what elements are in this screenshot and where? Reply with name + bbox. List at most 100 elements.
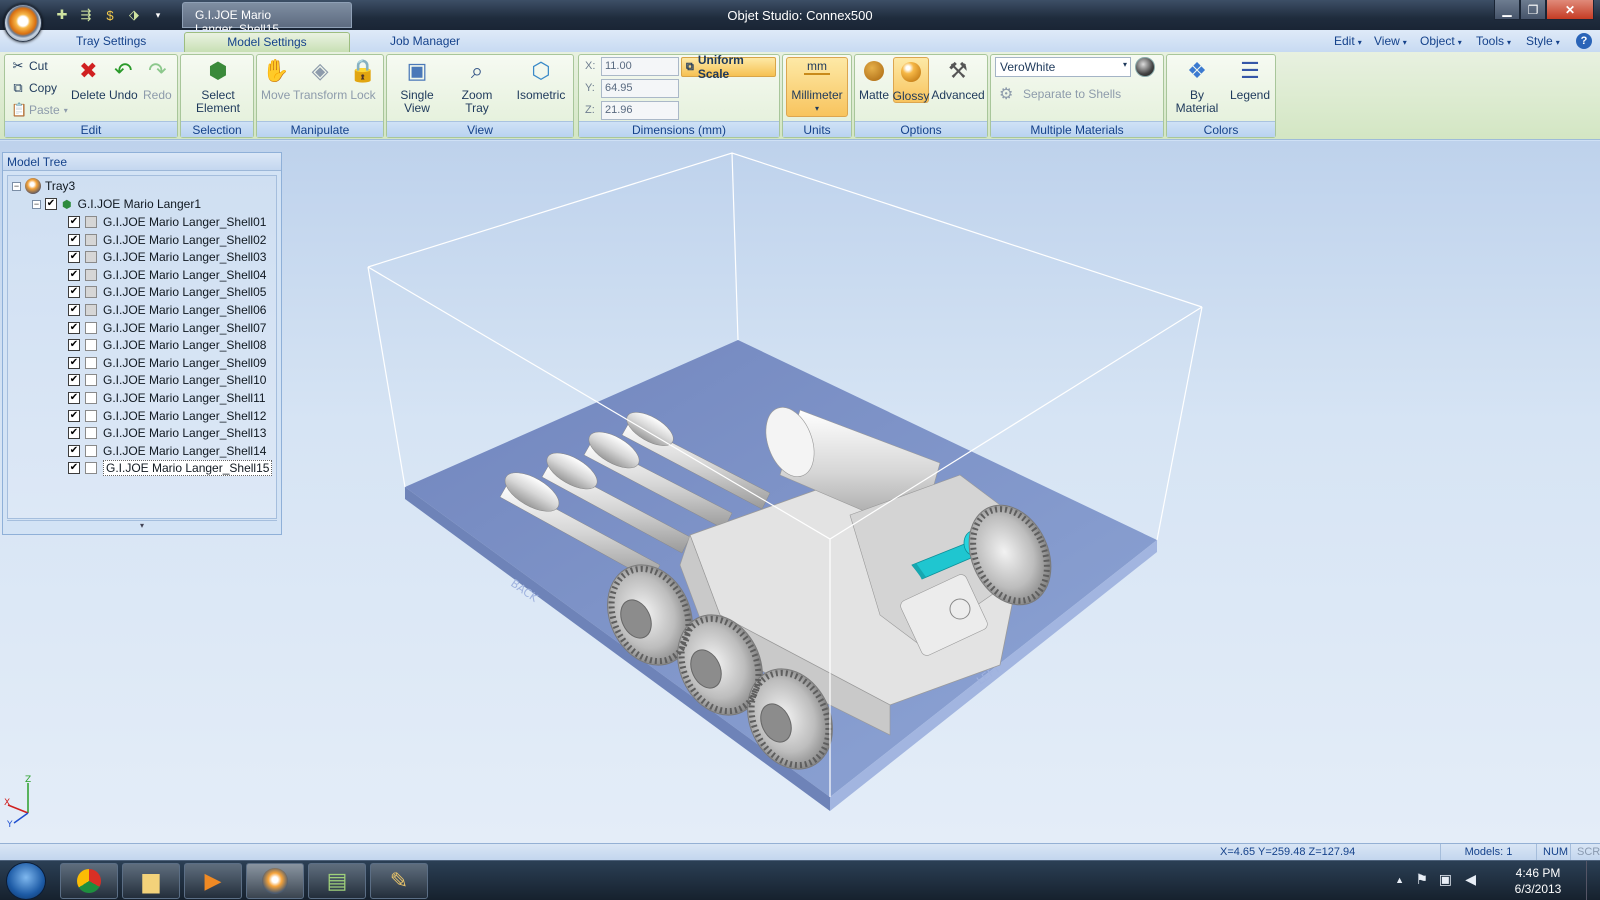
tree-node-shell[interactable]: ✔ G.I.JOE Mario Langer_Shell05: [68, 283, 266, 301]
advanced-button[interactable]: ⚒ Advanced: [931, 57, 985, 102]
menu-object[interactable]: Object ▾: [1420, 32, 1462, 52]
tree-node-shell[interactable]: ✔ G.I.JOE Mario Langer_Shell13: [68, 424, 266, 442]
cost-icon[interactable]: $: [100, 6, 120, 24]
shell-checkbox[interactable]: ✔: [68, 462, 80, 475]
model-checkbox[interactable]: ✔: [45, 198, 57, 210]
shell-checkbox[interactable]: ✔: [68, 444, 80, 457]
collapse-icon[interactable]: −: [32, 199, 41, 209]
copy-button[interactable]: ⧉ Copy: [11, 79, 57, 97]
shell-checkbox[interactable]: ✔: [68, 374, 80, 387]
transform-button[interactable]: ◈ Transform: [293, 57, 347, 102]
tree-node-shell[interactable]: ✔ G.I.JOE Mario Langer_Shell06: [68, 301, 266, 319]
shell-checkbox[interactable]: ✔: [68, 286, 80, 299]
tree-node-shell[interactable]: ✔ G.I.JOE Mario Langer_Shell15: [68, 459, 273, 477]
tree-node-shell[interactable]: ✔ G.I.JOE Mario Langer_Shell09: [68, 354, 266, 372]
paste-button[interactable]: 📋 Paste ▾: [11, 101, 68, 119]
flag-icon[interactable]: ⚑: [1415, 871, 1428, 888]
legend-button[interactable]: ☰ Legend: [1227, 57, 1273, 102]
by-material-button[interactable]: ❖ By Material: [1173, 57, 1221, 115]
tree-node-tray[interactable]: − Tray3: [12, 177, 75, 195]
volume-icon[interactable]: ◀: [1465, 871, 1476, 888]
collapse-icon[interactable]: −: [12, 181, 21, 191]
paint-icon[interactable]: ✎: [370, 863, 428, 899]
millimeter-button[interactable]: mm Millimeter ▾: [786, 57, 848, 117]
clock[interactable]: 4:46 PM 6/3/2013: [1508, 865, 1568, 897]
application-orb-button[interactable]: [4, 4, 42, 42]
isometric-button[interactable]: ⬡ Isometric: [513, 57, 569, 102]
3d-viewport[interactable]: BACK LEFT: [360, 145, 1240, 835]
shell-checkbox[interactable]: ✔: [68, 409, 80, 422]
dim-x-field[interactable]: 11.00: [601, 57, 679, 76]
model-label: G.I.JOE Mario Langer1: [77, 197, 201, 211]
auto-place-icon[interactable]: ⇶: [76, 6, 96, 24]
matte-button[interactable]: Matte: [857, 57, 891, 102]
menu-style[interactable]: Style ▾: [1526, 32, 1560, 52]
glossy-button[interactable]: Glossy: [893, 57, 929, 103]
media-player-icon[interactable]: ▶: [184, 863, 242, 899]
system-tray: ▲ ⚑ ▣ ◀ 4:46 PM 6/3/2013: [1380, 861, 1600, 900]
add-model-icon[interactable]: ✚: [52, 6, 72, 24]
document-tab[interactable]: G.I.JOE Mario Langer_Shell15: [182, 2, 352, 36]
tree-node-shell[interactable]: ✔ G.I.JOE Mario Langer_Shell07: [68, 319, 266, 337]
tab-job-manager[interactable]: Job Manager: [372, 32, 478, 52]
shell-checkbox[interactable]: ✔: [68, 268, 80, 281]
single-view-button[interactable]: ▣ Single View: [397, 57, 437, 115]
separate-to-shells-button[interactable]: ⚙ Separate to Shells: [999, 85, 1121, 103]
tree-node-shell[interactable]: ✔ G.I.JOE Mario Langer_Shell14: [68, 442, 266, 460]
tree-node-shell[interactable]: ✔ G.I.JOE Mario Langer_Shell10: [68, 371, 266, 389]
shell-checkbox[interactable]: ✔: [68, 427, 80, 440]
shell-checkbox[interactable]: ✔: [68, 392, 80, 404]
group-colors: ❖ By Material ☰ Legend Colors: [1166, 54, 1276, 138]
menu-tools[interactable]: Tools ▾: [1476, 32, 1511, 52]
tree-node-shell[interactable]: ✔ G.I.JOE Mario Langer_Shell03: [68, 248, 266, 266]
show-hidden-icons-icon[interactable]: ▲: [1395, 875, 1404, 885]
shell-checkbox[interactable]: ✔: [68, 339, 80, 352]
qat-dropdown-icon[interactable]: ▾: [148, 6, 168, 24]
move-button[interactable]: ✋ Move: [261, 57, 290, 102]
shell-checkbox[interactable]: ✔: [68, 216, 80, 228]
panel-expand-icon[interactable]: ▾: [7, 520, 277, 532]
group-selection: ⬢ Select Element Selection: [180, 54, 254, 138]
cut-button[interactable]: ✂ Cut: [11, 57, 48, 75]
chrome-icon[interactable]: [60, 863, 118, 899]
maximize-button[interactable]: ❐: [1520, 0, 1546, 20]
help-icon[interactable]: ?: [1576, 33, 1592, 49]
material-sphere-icon[interactable]: [1135, 57, 1155, 77]
shell-checkbox[interactable]: ✔: [68, 251, 80, 264]
objet-studio-icon[interactable]: [246, 863, 304, 899]
redo-button[interactable]: ↷ Redo: [143, 57, 172, 102]
delete-button[interactable]: ✖ Delete: [71, 57, 106, 102]
menu-edit[interactable]: Edit ▾: [1334, 32, 1362, 52]
shell-checkbox[interactable]: ✔: [68, 304, 80, 316]
explorer-icon[interactable]: ▆: [122, 863, 180, 899]
shell-checkbox[interactable]: ✔: [68, 321, 80, 334]
build-icon[interactable]: ⬗: [124, 6, 144, 24]
dim-z-field[interactable]: 21.96: [601, 101, 679, 120]
menu-view[interactable]: View ▾: [1374, 32, 1407, 52]
shell-checkbox[interactable]: ✔: [68, 356, 80, 369]
tree-node-shell[interactable]: ✔ G.I.JOE Mario Langer_Shell04: [68, 266, 266, 284]
close-button[interactable]: ✕: [1546, 0, 1594, 20]
uniform-scale-toggle[interactable]: ⧉ Uniform Scale: [681, 53, 776, 81]
tab-model-settings[interactable]: Model Settings: [184, 32, 350, 52]
lock-icon: 🔒: [349, 58, 377, 83]
tree-node-shell[interactable]: ✔ G.I.JOE Mario Langer_Shell01: [68, 213, 266, 231]
network-icon[interactable]: ▣: [1439, 871, 1452, 888]
tree-node-shell[interactable]: ✔ G.I.JOE Mario Langer_Shell12: [68, 407, 266, 425]
show-desktop-button[interactable]: [1586, 861, 1600, 900]
material-dropdown[interactable]: VeroWhite ▾: [995, 57, 1131, 77]
lock-button[interactable]: 🔒 Lock: [349, 57, 377, 102]
tree-node-shell[interactable]: ✔ G.I.JOE Mario Langer_Shell08: [68, 336, 266, 354]
zoom-tray-button[interactable]: ⌕ Zoom Tray: [457, 57, 497, 115]
undo-button[interactable]: ↶ Undo: [109, 57, 138, 102]
minimize-button[interactable]: ▁: [1494, 0, 1520, 20]
tree-node-shell[interactable]: ✔ G.I.JOE Mario Langer_Shell02: [68, 231, 266, 249]
tree-node-model[interactable]: − ✔ ⬢ G.I.JOE Mario Langer1: [32, 195, 201, 213]
tree-node-shell[interactable]: ✔ G.I.JOE Mario Langer_Shell11: [68, 389, 266, 407]
select-element-button[interactable]: ⬢ Select Element: [189, 57, 247, 115]
shell-checkbox[interactable]: ✔: [68, 233, 80, 246]
terminal-icon[interactable]: ▤: [308, 863, 366, 899]
dim-y-field[interactable]: 64.95: [601, 79, 679, 98]
tab-tray-settings[interactable]: Tray Settings: [58, 32, 164, 52]
start-button[interactable]: [6, 862, 46, 900]
